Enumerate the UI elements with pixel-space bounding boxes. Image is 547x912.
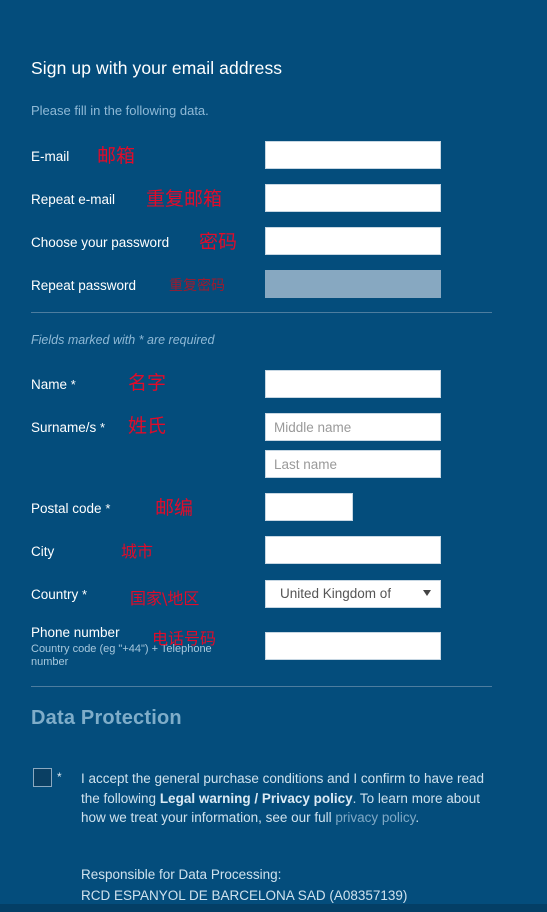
divider-credentials (31, 312, 492, 313)
required-asterisk: * (82, 587, 88, 602)
country-select[interactable]: United Kingdom of (265, 580, 441, 608)
annotation-phone-cn: 电话号码 (152, 629, 217, 648)
country-selected-value: United Kingdom of (280, 586, 392, 601)
label-country-text: Country (31, 587, 79, 602)
last-name-input[interactable] (265, 450, 441, 478)
privacy-policy-link[interactable]: Privacy policy (262, 791, 353, 806)
label-country: Country * (31, 588, 87, 602)
bottom-edge-band (0, 904, 547, 912)
annotation-email-cn: 邮箱 (97, 145, 136, 167)
required-asterisk: * (70, 377, 76, 392)
label-postal-code: Postal code * (31, 502, 110, 516)
city-input[interactable] (265, 536, 441, 564)
divider-data-protection (31, 686, 492, 687)
label-email: E-mail (31, 149, 70, 164)
consent-text: I accept the general purchase conditions… (81, 769, 493, 828)
annotation-postal-code-cn: 邮编 (155, 497, 194, 519)
postal-code-input[interactable] (265, 493, 353, 521)
label-surname-text: Surname/s (31, 420, 97, 435)
responsible-label: Responsible for Data Processing: (81, 867, 282, 882)
signup-page: Sign up with your email address Please f… (0, 0, 547, 912)
data-protection-heading: Data Protection (31, 707, 182, 729)
consent-separator: / (250, 790, 262, 806)
repeat-password-input[interactable] (265, 270, 441, 298)
annotation-password-cn: 密码 (199, 231, 238, 253)
privacy-policy-full-link[interactable]: privacy policy (335, 810, 415, 825)
label-repeat-email: Repeat e-mail (31, 192, 116, 207)
required-asterisk: * (100, 420, 106, 435)
annotation-country-cn: 国家\地区 (130, 589, 200, 608)
required-fields-note: Fields marked with * are required (31, 333, 215, 347)
page-title: Sign up with your email address (31, 58, 283, 78)
name-input[interactable] (265, 370, 441, 398)
phone-number-input[interactable] (265, 632, 441, 660)
annotation-repeat-password-cn: 重复密码 (169, 278, 225, 294)
label-repeat-password: Repeat password (31, 278, 137, 293)
label-name-text: Name (31, 377, 68, 392)
form-subtitle: Please fill in the following data. (31, 103, 209, 118)
responsible-entity: RCD ESPANYOL DE BARCELONA SAD (A08357139… (81, 888, 408, 903)
legal-warning-link[interactable]: Legal warning (160, 791, 251, 806)
required-asterisk: * (105, 501, 111, 516)
middle-name-input[interactable] (265, 413, 441, 441)
accept-conditions-checkbox[interactable] (33, 768, 52, 787)
annotation-city-cn: 城市 (121, 542, 154, 561)
annotation-name-cn: 名字 (128, 372, 167, 394)
email-input[interactable] (265, 141, 441, 169)
responsible-block: Responsible for Data Processing: RCD ESP… (81, 864, 501, 906)
consent-part-3: . (415, 810, 420, 825)
label-phone-number: Phone number (31, 625, 120, 640)
annotation-repeat-email-cn: 重复邮箱 (146, 188, 223, 210)
password-input[interactable] (265, 227, 441, 255)
label-surname: Surname/s * (31, 421, 105, 435)
label-postal-code-text: Postal code (31, 501, 102, 516)
label-password: Choose your password (31, 235, 170, 250)
repeat-email-input[interactable] (265, 184, 441, 212)
required-asterisk: * (57, 770, 62, 784)
label-city: City (31, 544, 55, 559)
chevron-down-icon (423, 590, 431, 596)
label-name: Name * (31, 378, 76, 392)
annotation-surname-cn: 姓氏 (128, 415, 167, 437)
